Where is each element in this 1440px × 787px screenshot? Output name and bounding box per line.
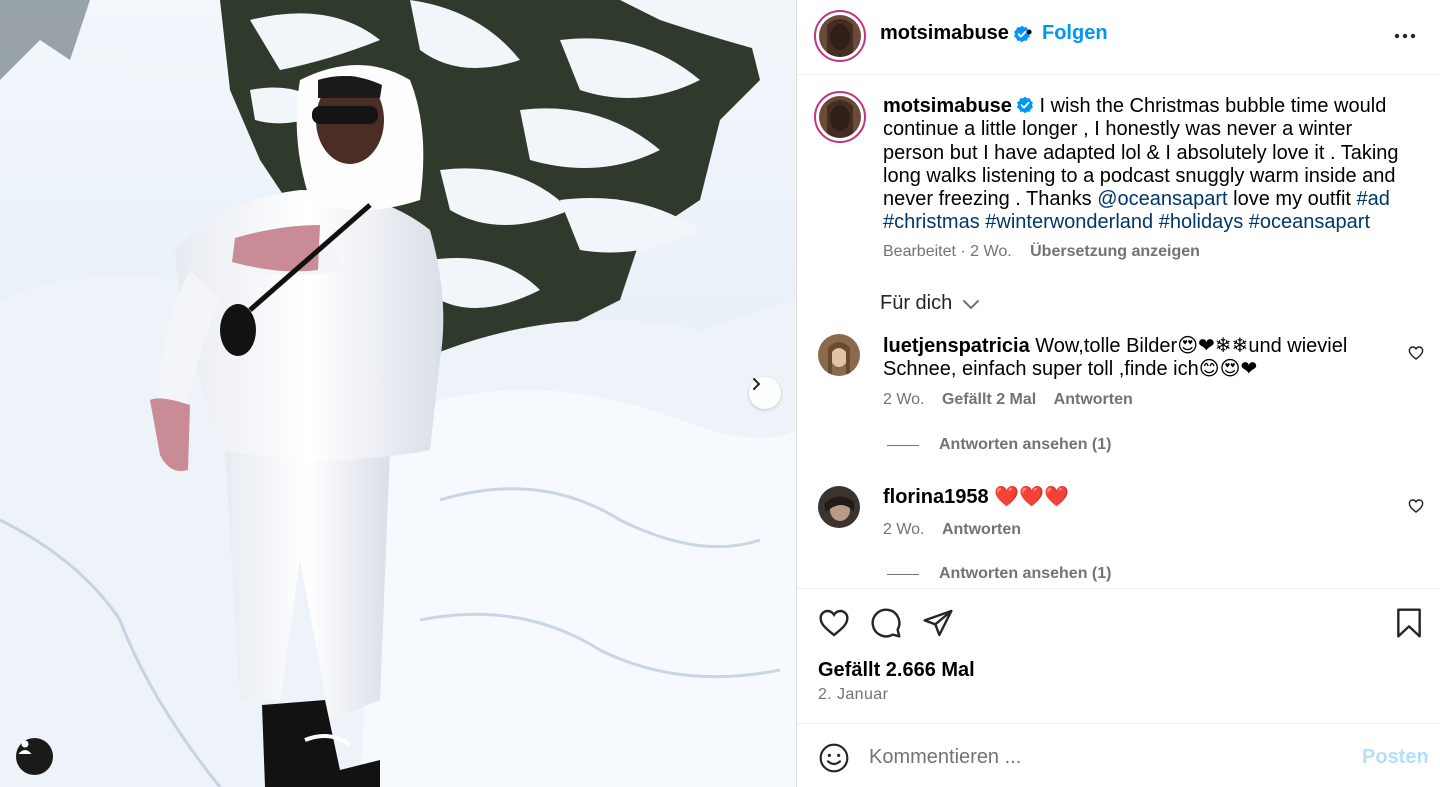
- commenter-avatar-image: [818, 334, 860, 376]
- share-icon: [923, 609, 953, 637]
- caption-mention-link[interactable]: @oceansapart: [1097, 188, 1227, 210]
- chevron-down-icon: [963, 299, 980, 309]
- reply-button[interactable]: Antworten: [1054, 391, 1133, 408]
- commenter-avatar[interactable]: [818, 486, 860, 528]
- comment-age[interactable]: 2 Wo.: [883, 521, 925, 538]
- view-replies-button[interactable]: Antworten ansehen (1): [887, 565, 1111, 583]
- hashtag-link[interactable]: #holidays: [1159, 211, 1244, 233]
- comment-text: florina1958 ❤️❤️❤️: [883, 486, 1393, 509]
- header-separator: •: [1026, 22, 1033, 42]
- comment-filter-dropdown[interactable]: Für dich: [880, 292, 980, 315]
- author-username-link[interactable]: motsimabuse: [880, 22, 1031, 45]
- post-date[interactable]: 2. Januar: [818, 686, 888, 704]
- caption-text: motsimabuse I wish the Christmas bubble …: [883, 95, 1418, 235]
- author-avatar-image: [819, 15, 861, 57]
- post-photo[interactable]: [0, 0, 796, 787]
- comment-like-button[interactable]: [1408, 345, 1424, 366]
- commenter-avatar[interactable]: [818, 334, 860, 376]
- post-details-panel: motsimabuse • Folgen motsimabuse I wish …: [796, 0, 1440, 787]
- heart-icon: [1408, 499, 1424, 513]
- replies-divider: [887, 444, 919, 446]
- tagged-users-button[interactable]: [16, 738, 53, 775]
- heart-icon: [819, 609, 849, 637]
- next-photo-button[interactable]: [749, 377, 781, 409]
- emoji-icon: [819, 743, 849, 773]
- follow-button[interactable]: Folgen: [1042, 22, 1108, 45]
- more-options-icon: [1394, 33, 1416, 39]
- meta-dot: ·: [960, 243, 966, 260]
- commenter-avatar-image: [818, 486, 860, 528]
- more-options-button[interactable]: [1393, 24, 1417, 53]
- author-avatar[interactable]: [814, 10, 866, 62]
- caption-meta: Bearbeitet · 2 Wo. Übersetzung anzeigen: [883, 243, 1200, 261]
- comment-button[interactable]: [870, 607, 902, 644]
- caption-username[interactable]: motsimabuse: [883, 95, 1012, 117]
- reply-button[interactable]: Antworten: [942, 521, 1021, 538]
- save-button[interactable]: [1394, 607, 1424, 644]
- user-tag-icon: [18, 740, 32, 754]
- verified-badge-icon: [1017, 96, 1033, 114]
- hashtag-link[interactable]: #christmas: [883, 211, 980, 233]
- bookmark-icon: [1397, 608, 1421, 638]
- add-comment-bar: Posten: [797, 723, 1440, 787]
- caption-author-avatar[interactable]: [814, 91, 866, 143]
- view-replies-button[interactable]: Antworten ansehen (1): [887, 436, 1111, 454]
- hashtag-link[interactable]: #oceansapart: [1249, 211, 1370, 233]
- snow-scene-image: [0, 0, 796, 787]
- post-actions: Gefällt 2.666 Mal 2. Januar: [797, 588, 1440, 724]
- like-button[interactable]: [818, 607, 850, 644]
- caption-body-end: love my outfit: [1233, 188, 1351, 211]
- view-replies-label: Antworten ansehen (1): [939, 436, 1112, 453]
- comment-likes-count[interactable]: Gefällt 2 Mal: [942, 391, 1036, 408]
- caption-age[interactable]: 2 Wo.: [970, 243, 1012, 260]
- edited-label: Bearbeitet: [883, 243, 956, 260]
- post-header: motsimabuse • Folgen: [797, 0, 1440, 75]
- emoji-picker-button[interactable]: [818, 742, 850, 779]
- view-replies-label: Antworten ansehen (1): [939, 565, 1112, 582]
- comment-meta: 2 Wo. Gefällt 2 Mal Antworten: [883, 391, 1146, 409]
- comment-text: luetjenspatricia Wow,tolle Bilder😍❤❄❄und…: [883, 335, 1393, 381]
- comment-filter-label: Für dich: [880, 292, 953, 314]
- comment-like-button[interactable]: [1408, 498, 1424, 519]
- heart-icon: [1408, 346, 1424, 360]
- translate-button[interactable]: Übersetzung anzeigen: [1030, 243, 1200, 260]
- caption-avatar-image: [819, 96, 861, 138]
- likes-count[interactable]: Gefällt 2.666 Mal: [818, 659, 975, 682]
- hashtag-link[interactable]: #winterwonderland: [985, 211, 1153, 233]
- comment-meta: 2 Wo. Antworten: [883, 521, 1034, 539]
- comment-age[interactable]: 2 Wo.: [883, 391, 925, 408]
- author-username[interactable]: motsimabuse: [880, 22, 1009, 45]
- comment-body: ❤️❤️❤️: [994, 486, 1069, 508]
- comment-icon: [871, 608, 901, 638]
- replies-divider: [887, 573, 919, 575]
- commenter-username[interactable]: florina1958: [883, 486, 989, 508]
- comment-input[interactable]: [869, 742, 1339, 772]
- chevron-right-icon: [753, 378, 760, 390]
- share-button[interactable]: [922, 607, 954, 644]
- post-comment-button[interactable]: Posten: [1362, 746, 1429, 769]
- hashtag-link[interactable]: #ad: [1357, 188, 1390, 210]
- commenter-username[interactable]: luetjenspatricia: [883, 335, 1030, 357]
